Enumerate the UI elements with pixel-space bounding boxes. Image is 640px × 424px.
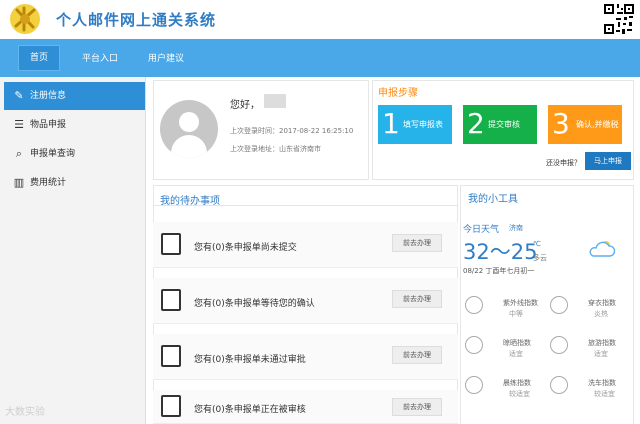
weather-city: 济南	[509, 224, 523, 232]
dress-index: 穿衣指数 炎热	[550, 294, 628, 322]
hourglass-document-icon	[161, 395, 181, 417]
top-bar: 个人邮件网上通关系统	[0, 0, 640, 38]
sidebar-item-label: 注册信息	[30, 91, 67, 101]
edit-icon: ✎	[14, 89, 24, 102]
document-check-icon	[161, 289, 181, 311]
uv-index: 紫外线指数 中等	[465, 294, 543, 322]
username-redacted	[264, 94, 286, 108]
temperature: 32～25	[463, 240, 538, 264]
customs-logo-icon	[10, 4, 40, 34]
sidebar-item-label: 物品申报	[30, 120, 67, 130]
document-edit-icon	[161, 233, 181, 255]
hanger-icon	[465, 336, 483, 354]
last-login-place: 上次登录地址：山东省济南市	[230, 145, 321, 153]
weather-date: 08/22 丁酉年七月初一	[463, 267, 535, 275]
greeting: 您好，	[230, 100, 260, 111]
todo-row: 您有(0)条申报单正在被审核 前去办理	[153, 390, 458, 424]
watermark-text: 大数实验	[5, 407, 45, 418]
running-icon	[465, 376, 483, 394]
nav-platform-entry[interactable]: 平台入口	[82, 51, 118, 64]
document-reject-icon	[161, 345, 181, 367]
search-icon: ⌕	[15, 147, 23, 160]
steps-title: 申报步骤	[378, 88, 418, 99]
car-icon	[550, 376, 568, 394]
apply-now-button[interactable]: 马上申报	[585, 152, 631, 170]
exercise-index: 晨练指数 较适宜	[465, 374, 543, 402]
travel-index: 旅游指数 适宜	[550, 334, 628, 362]
tools-title: 我的小工具	[468, 194, 518, 205]
go-handle-button[interactable]: 前去办理	[392, 398, 442, 416]
database-icon: ☰	[14, 118, 24, 131]
todo-divider	[153, 205, 458, 206]
sidebar-item-fees[interactable]: ▥ 费用统计	[4, 169, 145, 197]
drying-index: 晾晒指数 适宜	[465, 334, 543, 362]
weather-condition: 多云	[533, 254, 547, 262]
weather-title: 今日天气	[463, 225, 500, 235]
nav-user-feedback[interactable]: 用户建议	[148, 51, 184, 64]
go-handle-button[interactable]: 前去办理	[392, 234, 442, 252]
main-nav: 首页 平台入口 用户建议 退出	[0, 39, 640, 106]
step-1: 1 填写申报表	[378, 105, 452, 144]
sidebar-item-label: 申报单查询	[30, 149, 76, 159]
qr-code-icon	[602, 2, 636, 36]
go-handle-button[interactable]: 前去办理	[392, 290, 442, 308]
cloudy-weather-icon	[589, 241, 616, 257]
todo-row: 您有(0)条申报单尚未提交 前去办理	[153, 222, 458, 268]
umbrella-icon	[465, 296, 483, 314]
todo-row: 您有(0)条申报单等待您的确认 前去办理	[153, 278, 458, 324]
sidebar: ✎ 注册信息 ☰ 物品申报 ⌕ 申报单查询 ▥ 费用统计	[0, 77, 146, 424]
not-yet-text: 还没申报？	[546, 159, 581, 167]
sidebar-item-declaration[interactable]: ☰ 物品申报	[4, 111, 145, 139]
todo-row: 您有(0)条申报单未通过审批 前去办理	[153, 334, 458, 380]
sidebar-item-query[interactable]: ⌕ 申报单查询	[4, 140, 145, 168]
nav-home[interactable]: 首页	[18, 45, 60, 71]
sidebar-item-registration[interactable]: ✎ 注册信息	[4, 82, 145, 110]
temperature-unit: ℃	[533, 240, 541, 248]
step-3: 3 确认,并缴税	[548, 105, 622, 144]
page-title: 个人邮件网上通关系统	[56, 11, 217, 29]
step-2: 2 提交审核	[463, 105, 537, 144]
clothes-icon	[550, 296, 568, 314]
chart-icon: ▥	[13, 176, 25, 189]
last-login-time: 上次登录时间：2017-08-22 16:25:10	[230, 127, 354, 135]
travel-icon	[550, 336, 568, 354]
go-handle-button[interactable]: 前去办理	[392, 346, 442, 364]
sidebar-item-label: 费用统计	[30, 178, 67, 188]
car-wash-index: 洗车指数 较适宜	[550, 374, 628, 402]
avatar	[160, 100, 218, 158]
